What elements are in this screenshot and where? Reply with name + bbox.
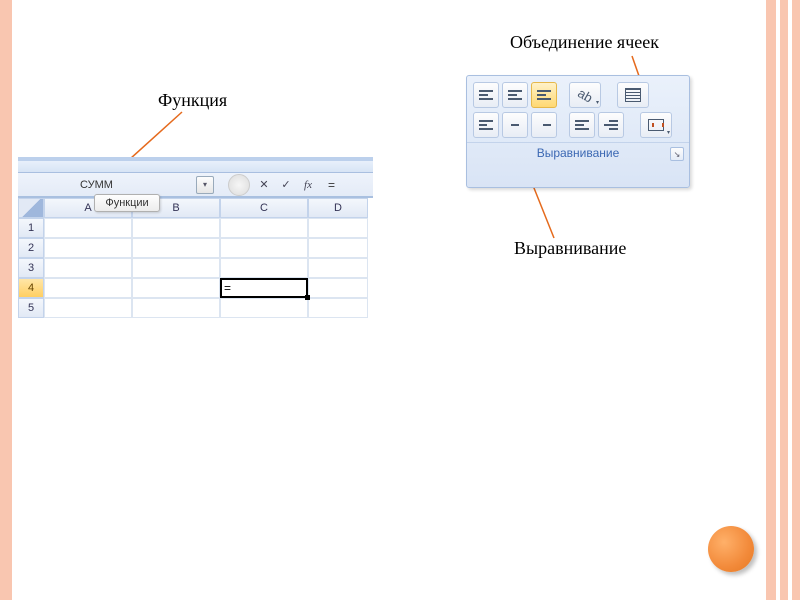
active-cell-value: = (224, 281, 231, 295)
name-box-dropdown-icon[interactable]: ▾ (196, 176, 214, 194)
orientation-button[interactable]: ab ▾ (569, 82, 601, 108)
functions-dropdown-button[interactable] (228, 174, 250, 196)
merge-center-button[interactable]: ▾ (640, 112, 672, 138)
annotation-alignment: Выравнивание (514, 238, 626, 259)
cell[interactable] (308, 258, 368, 278)
cell[interactable] (220, 218, 308, 238)
cell[interactable] (132, 298, 220, 318)
slide-left-border (0, 0, 12, 600)
align-bottom-button[interactable] (531, 82, 557, 108)
align-left-button[interactable] (473, 112, 499, 138)
decrease-indent-button[interactable] (569, 112, 595, 138)
chevron-down-icon: ▾ (667, 129, 670, 136)
wrap-text-icon (625, 88, 641, 102)
cancel-formula-button[interactable]: ✕ (254, 175, 274, 195)
decoration-stripe (776, 0, 780, 600)
select-all-corner[interactable] (18, 198, 44, 218)
slide-right-border (766, 0, 800, 600)
row-header[interactable]: 1 (18, 218, 44, 238)
cell[interactable] (44, 238, 132, 258)
cell[interactable] (132, 218, 220, 238)
cell[interactable] (220, 238, 308, 258)
ribbon-group-label: Выравнивание ↘ (467, 142, 689, 165)
cell[interactable] (132, 238, 220, 258)
row-header-active[interactable]: 4 (18, 278, 44, 298)
cell[interactable] (308, 278, 368, 298)
decoration-stripe (788, 0, 792, 600)
cell[interactable] (308, 298, 368, 318)
formula-bar-input[interactable]: = (328, 178, 335, 192)
wrap-text-button[interactable] (617, 82, 649, 108)
column-header[interactable]: D (308, 198, 368, 218)
ribbon-alignment-group: ab ▾ (466, 75, 690, 188)
cell[interactable] (44, 278, 132, 298)
active-cell[interactable]: = (220, 278, 308, 298)
align-top-button[interactable] (473, 82, 499, 108)
cell[interactable] (132, 258, 220, 278)
spreadsheet-grid: A B C D 1 2 3 4 = 5 (18, 197, 373, 318)
annotation-merge: Объединение ячеек (510, 32, 659, 53)
cell[interactable] (220, 298, 308, 318)
column-header[interactable]: C (220, 198, 308, 218)
cell[interactable] (308, 218, 368, 238)
name-box[interactable]: СУММ (76, 176, 164, 194)
cell[interactable] (132, 278, 220, 298)
align-center-button[interactable] (502, 112, 528, 138)
annotation-function: Функция (158, 90, 227, 111)
merge-cells-icon (648, 119, 664, 131)
slide-decoration-dot (708, 526, 754, 572)
row-header[interactable]: 5 (18, 298, 44, 318)
formula-bar-row: СУММ ▾ ✕ ✓ fx = (18, 173, 373, 197)
chevron-down-icon: ▾ (596, 99, 599, 106)
increase-indent-icon (604, 120, 618, 130)
fill-handle[interactable] (305, 295, 310, 300)
cell[interactable] (44, 218, 132, 238)
decrease-indent-icon (575, 120, 589, 130)
excel-fragment: СУММ ▾ ✕ ✓ fx = Функции A B C D 1 2 3 4 (18, 157, 373, 318)
orientation-icon: ab (575, 85, 595, 105)
cell[interactable] (44, 298, 132, 318)
dialog-launcher-button[interactable]: ↘ (670, 147, 684, 161)
row-header[interactable]: 3 (18, 258, 44, 278)
cell[interactable] (308, 238, 368, 258)
excel-title-strip (18, 161, 373, 173)
insert-function-button[interactable]: fx (298, 175, 318, 195)
enter-formula-button[interactable]: ✓ (276, 175, 296, 195)
ribbon-group-label-text: Выравнивание (537, 146, 620, 160)
cell[interactable] (44, 258, 132, 278)
align-right-button[interactable] (531, 112, 557, 138)
align-middle-button[interactable] (502, 82, 528, 108)
cell[interactable] (220, 258, 308, 278)
increase-indent-button[interactable] (598, 112, 624, 138)
functions-tooltip: Функции (94, 194, 160, 212)
row-header[interactable]: 2 (18, 238, 44, 258)
